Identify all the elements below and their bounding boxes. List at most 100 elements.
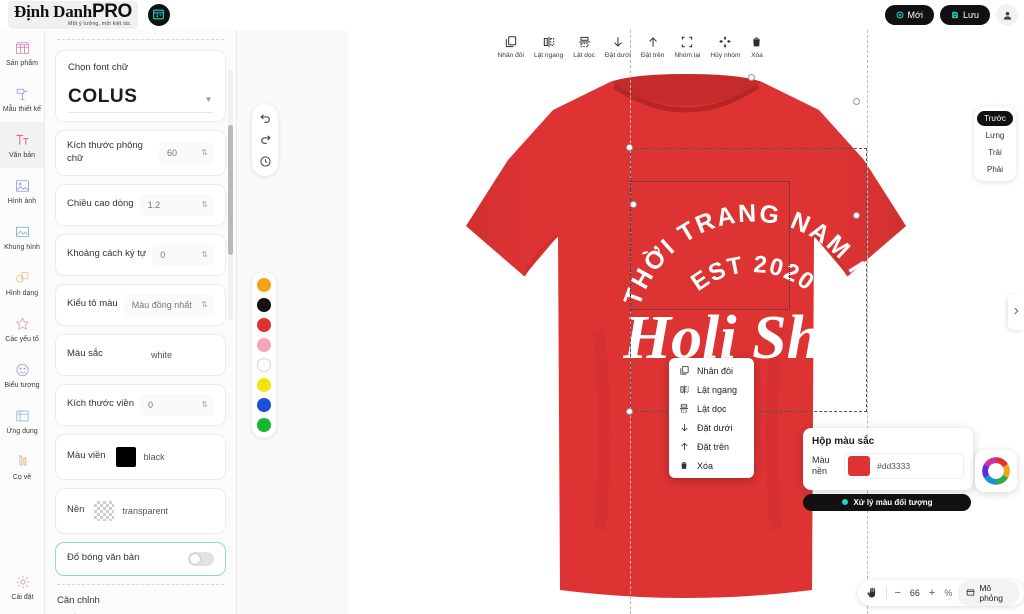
- font-card-label: Chọn font chữ: [68, 62, 129, 73]
- fill-style-select[interactable]: Màu đồng nhất ⇅: [123, 293, 214, 316]
- sidebar-item-khung-hinh[interactable]: Khung hình: [0, 214, 44, 260]
- zoom-out-button[interactable]: −: [891, 587, 903, 599]
- sidebar-item-cai-dat[interactable]: Cài đặt: [0, 564, 45, 610]
- fill-style-label: Kiểu tô màu: [67, 298, 118, 310]
- view-right[interactable]: Phải: [977, 162, 1013, 177]
- rail-bottom: Cài đặt: [0, 564, 45, 610]
- toolbar-delete[interactable]: Xóa: [745, 34, 768, 59]
- text-shadow-row: Đổ bóng văn bản: [67, 551, 214, 566]
- elements-icon: [12, 315, 32, 333]
- preview-button[interactable]: Mô phỏng: [958, 580, 1019, 606]
- sidebar-item-van-ban[interactable]: Văn bản: [0, 122, 44, 168]
- redo-icon[interactable]: [259, 133, 272, 146]
- properties-scrollbar[interactable]: [228, 70, 233, 320]
- app-badge-icon[interactable]: [147, 3, 170, 26]
- apply-object-color-button[interactable]: Xử lý màu đối tượng: [803, 494, 971, 511]
- view-back[interactable]: Lưng: [977, 128, 1013, 143]
- flip-horizontal-icon: [678, 384, 690, 395]
- save-button[interactable]: Lưu: [939, 5, 990, 25]
- context-menu-delete[interactable]: Xóa: [669, 456, 754, 475]
- stroke-color-field[interactable]: black: [111, 443, 214, 470]
- chevron-right-icon: [1011, 303, 1021, 321]
- handle-top-center[interactable]: [748, 74, 755, 81]
- background-color-field[interactable]: transparent: [90, 497, 214, 524]
- view-left[interactable]: Trái: [977, 145, 1013, 160]
- group-icon: [680, 34, 694, 50]
- right-panel-expand-button[interactable]: [1008, 294, 1024, 330]
- swatch-blue[interactable]: [257, 398, 271, 412]
- color-box-row: Màu nền #dd3333: [812, 453, 964, 479]
- stepper-icon[interactable]: ⇅: [201, 148, 208, 157]
- toolbar-flip-horizontal[interactable]: Lật ngang: [529, 34, 568, 59]
- handle-mid-left[interactable]: [630, 201, 637, 208]
- brand-logo[interactable]: Định DanhPRO Một ý tưởng, một kiệt tác: [0, 0, 170, 30]
- sidebar-item-bieu-tuong[interactable]: Biểu tượng: [0, 352, 44, 398]
- context-menu-flip-vertical[interactable]: Lật dọc: [669, 399, 754, 418]
- toolbar-ungroup[interactable]: Hủy nhóm: [705, 34, 745, 59]
- stepper-icon[interactable]: ⇅: [201, 200, 208, 209]
- color-wheel-button[interactable]: [975, 450, 1017, 492]
- properties-panel: Chọn font chữ COLUS ▼ Kích thước phông c…: [45, 30, 237, 614]
- swatch-red[interactable]: [257, 318, 271, 332]
- swatch-white[interactable]: [257, 358, 271, 372]
- context-menu-label: Nhân đôi: [697, 365, 734, 376]
- canvas-column: THỜI TRANG NAM NỮ EST 2020 Holi Shop: [237, 30, 1024, 614]
- sidebar-item-co-ve[interactable]: Cọ vẽ: [0, 444, 44, 490]
- swatch-green[interactable]: [257, 418, 271, 432]
- color-hex-field[interactable]: #dd3333: [844, 453, 964, 479]
- scrollbar-thumb[interactable]: [228, 125, 233, 255]
- handle-mid-right[interactable]: [853, 212, 860, 219]
- toolbar-duplicate[interactable]: Nhân đôi: [493, 34, 529, 59]
- stroke-size-input[interactable]: 0 ⇅: [139, 393, 214, 416]
- current-color-swatch[interactable]: [848, 456, 870, 476]
- sidebar-item-hinh-anh[interactable]: Hình ảnh: [0, 168, 44, 214]
- sidebar-item-mau-thiet-ke[interactable]: Mẫu thiết kế: [0, 76, 44, 122]
- context-menu-duplicate[interactable]: Nhân đôi: [669, 361, 754, 380]
- hand-icon[interactable]: [863, 587, 881, 599]
- handle-bottom-left[interactable]: [626, 408, 633, 415]
- history-icon[interactable]: [259, 155, 272, 168]
- toolbar-send-backward[interactable]: Đặt dưới: [600, 34, 636, 59]
- transparent-swatch-icon: [94, 500, 115, 521]
- handle-top-left[interactable]: [626, 144, 633, 151]
- new-button[interactable]: Mới: [884, 5, 934, 25]
- swatch-black[interactable]: [257, 298, 271, 312]
- sidebar-item-ung-dung[interactable]: Ứng dụng: [0, 398, 44, 444]
- swatch-orange[interactable]: [257, 278, 271, 292]
- bring-forward-icon: [678, 441, 690, 452]
- toolbar-bring-forward[interactable]: Đặt trên: [636, 34, 669, 59]
- font-size-card: Kích thước phông chữ 60 ⇅: [55, 130, 226, 176]
- zoom-in-button[interactable]: +: [926, 587, 938, 599]
- user-avatar[interactable]: [996, 4, 1018, 26]
- zoom-value[interactable]: 66: [907, 588, 923, 598]
- stepper-icon[interactable]: ⇅: [201, 400, 208, 409]
- font-select-card[interactable]: Chọn font chữ COLUS ▼: [55, 50, 226, 122]
- handle-top-right[interactable]: [853, 98, 860, 105]
- font-size-input[interactable]: 60 ⇅: [159, 141, 214, 164]
- design-stage[interactable]: THỜI TRANG NAM NỮ EST 2020 Holi Shop: [348, 30, 1024, 614]
- context-menu-bring-forward[interactable]: Đặt trên: [669, 437, 754, 456]
- font-select-value-row[interactable]: COLUS ▼: [68, 86, 213, 108]
- toolbar-flip-vertical[interactable]: Lật dọc: [568, 34, 600, 59]
- sidebar-item-cac-yeu-to[interactable]: Các yếu tố: [0, 306, 44, 352]
- fill-style-value: Màu đồng nhất: [131, 299, 192, 310]
- fill-style-row: Kiểu tô màu Màu đồng nhất ⇅: [67, 293, 214, 316]
- selection-inner-box[interactable]: [630, 181, 790, 310]
- undo-icon[interactable]: [259, 112, 272, 125]
- swatch-pink[interactable]: [257, 338, 271, 352]
- swatch-yellow[interactable]: [257, 378, 271, 392]
- context-menu-send-backward[interactable]: Đặt dưới: [669, 418, 754, 437]
- sidebar-item-hinh-dang[interactable]: Hình dạng: [0, 260, 44, 306]
- color-value-field[interactable]: white: [108, 343, 214, 366]
- text-shadow-toggle[interactable]: [188, 551, 214, 566]
- view-front[interactable]: Trước: [977, 111, 1013, 126]
- sidebar-item-san-pham[interactable]: Sản phẩm: [0, 30, 44, 76]
- toolbar-group[interactable]: Nhóm lại: [669, 34, 705, 59]
- line-height-input[interactable]: 1.2 ⇅: [139, 193, 214, 216]
- flip-vertical-icon: [678, 403, 690, 414]
- stepper-icon[interactable]: ⇅: [201, 250, 208, 259]
- chevron-down-icon[interactable]: ⇅: [201, 300, 208, 309]
- letter-spacing-input[interactable]: 0 ⇅: [152, 243, 214, 266]
- sidebar-item-label: Ứng dụng: [6, 428, 38, 435]
- context-menu-flip-horizontal[interactable]: Lật ngang: [669, 380, 754, 399]
